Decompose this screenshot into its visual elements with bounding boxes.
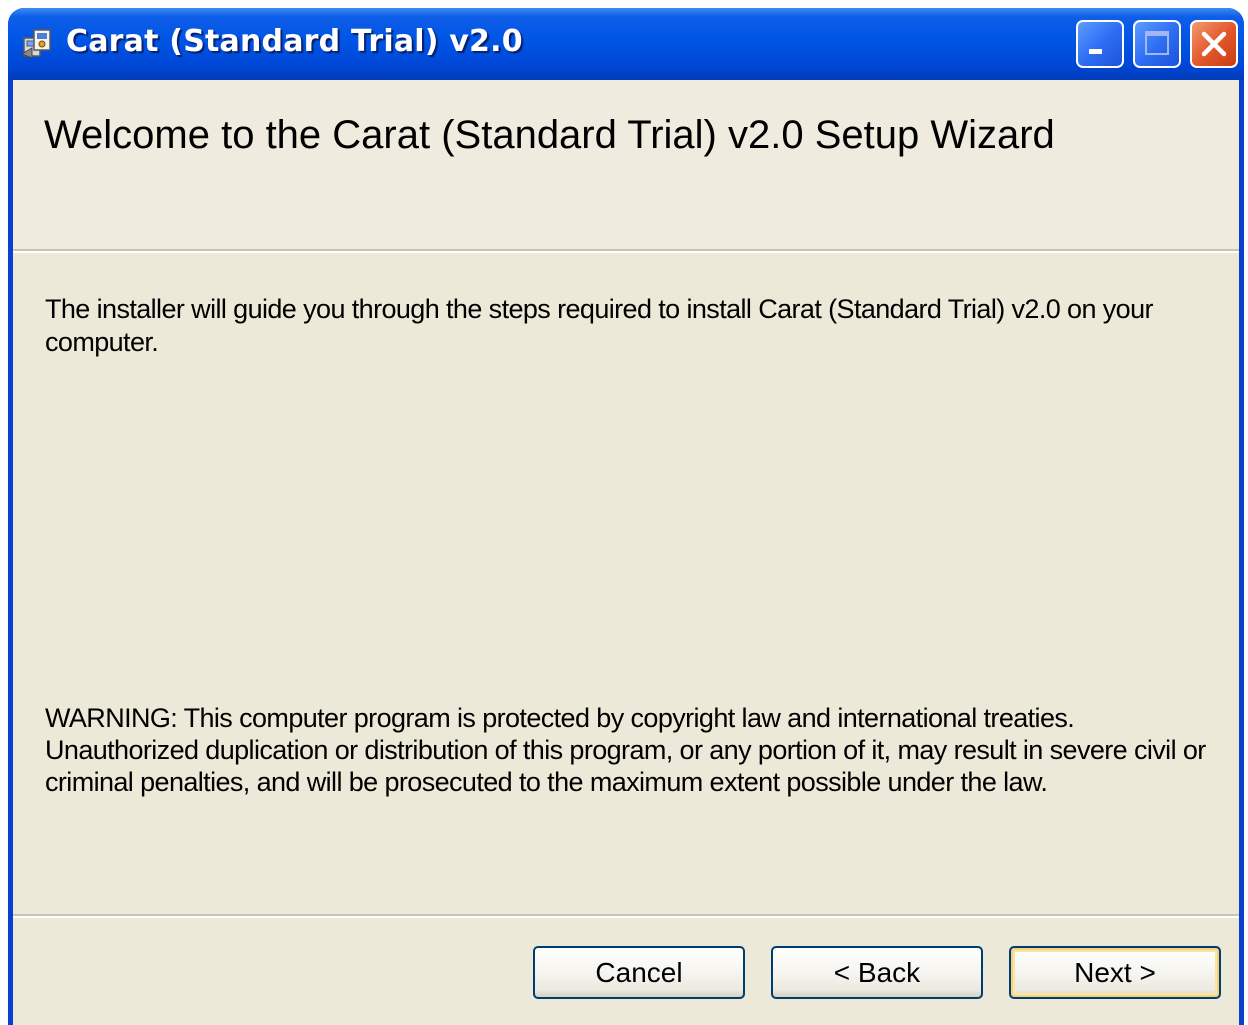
title-bar[interactable]: Carat (Standard Trial) v2.0 — [8, 8, 1244, 80]
installer-window: Carat (Standard Trial) v2.0 Welcome to t… — [8, 8, 1244, 1025]
close-icon — [1201, 31, 1227, 57]
cancel-button[interactable]: Cancel — [533, 946, 745, 999]
dialog-client-area: Welcome to the Carat (Standard Trial) v2… — [13, 80, 1239, 1025]
back-button[interactable]: < Back — [771, 946, 983, 999]
close-button[interactable] — [1190, 20, 1238, 68]
maximize-icon — [1145, 31, 1169, 55]
window-title: Carat (Standard Trial) v2.0 — [66, 24, 523, 59]
intro-text: The installer will guide you through the… — [45, 294, 1154, 357]
copyright-warning-text: WARNING: This computer program is protec… — [45, 703, 1206, 797]
installer-app-icon[interactable] — [20, 26, 54, 60]
minimize-button[interactable] — [1076, 20, 1124, 68]
footer-divider — [13, 914, 1239, 918]
maximize-button[interactable] — [1133, 20, 1181, 68]
wizard-heading: Welcome to the Carat (Standard Trial) v2… — [44, 113, 1055, 157]
next-button[interactable]: Next > — [1009, 946, 1221, 999]
wizard-header: Welcome to the Carat (Standard Trial) v2… — [13, 80, 1239, 253]
minimize-icon — [1089, 49, 1102, 54]
